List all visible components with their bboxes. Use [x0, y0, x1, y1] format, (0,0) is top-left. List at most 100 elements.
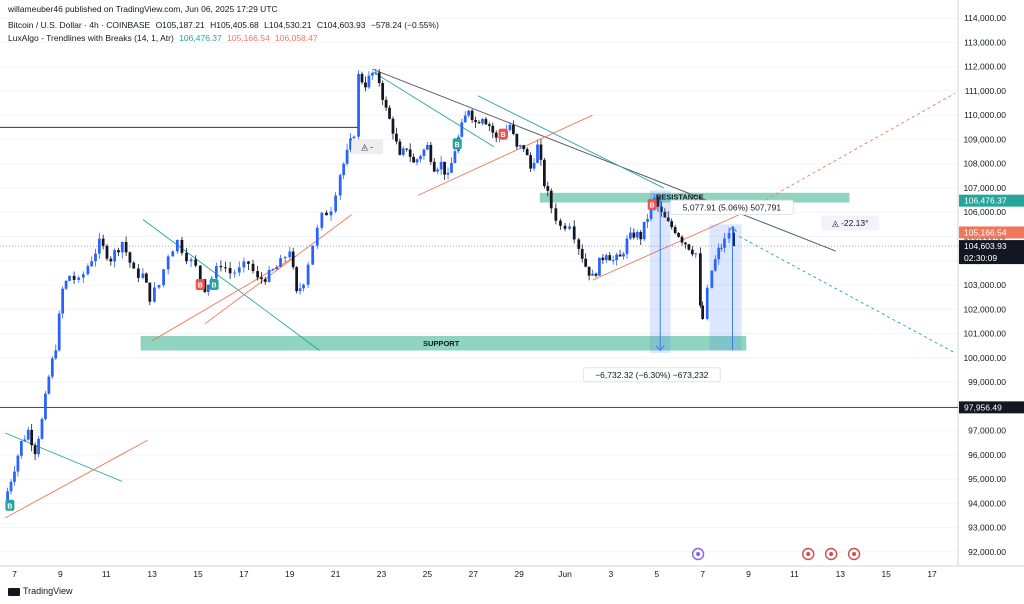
time-tick-label: Jun — [558, 569, 572, 579]
indicator-name[interactable]: LuxAlgo - Trendlines with Breaks (14, 1,… — [8, 33, 174, 43]
candle-up — [367, 75, 371, 88]
candle-up — [175, 239, 179, 252]
price-tick-label: 94,000.00 — [968, 498, 1006, 508]
candle-up — [625, 238, 629, 254]
candle-down — [109, 258, 113, 262]
ohlc-change: −578.24 (−0.55%) — [370, 20, 439, 30]
candle-up — [16, 455, 20, 472]
candle-down — [515, 133, 519, 147]
candle-up — [467, 110, 471, 116]
event-icon-dot — [852, 552, 857, 556]
candle-up — [47, 376, 51, 394]
candle-up — [68, 275, 71, 281]
candle-down — [228, 268, 232, 274]
candle-up — [320, 212, 324, 228]
price-tick-label: 97,000.00 — [968, 426, 1006, 436]
candle-up — [306, 264, 310, 285]
candle-up — [153, 287, 156, 302]
candle-down — [136, 268, 140, 278]
time-tick-label: 9 — [58, 569, 63, 579]
candle-down — [295, 267, 299, 292]
candle-up — [622, 253, 625, 257]
price-chart[interactable]: 92,000.00 93,000.00 94,000.00 95,000.00 96,0… — [0, 0, 1024, 604]
candle-up — [453, 151, 457, 163]
candle-up — [214, 266, 218, 279]
candle-up — [288, 251, 292, 258]
indicator-value-1: 106,476.37 — [179, 33, 222, 43]
ohlc-open: O105,187.21 — [155, 20, 205, 30]
trendline-red — [418, 114, 593, 196]
support-label: SUPPORT — [423, 339, 460, 348]
candle-up — [162, 269, 165, 286]
candle-down — [263, 279, 267, 282]
tradingview-logo[interactable]: TradingView — [8, 586, 73, 596]
candle-down — [494, 132, 498, 138]
candle-down — [529, 155, 532, 169]
trendline-teal — [5, 432, 123, 482]
candle-up — [9, 481, 13, 492]
candle-up — [157, 285, 161, 288]
candle-up — [23, 439, 27, 441]
candle-up — [460, 122, 464, 137]
break-badge-text: B — [198, 283, 203, 290]
candle-down — [687, 244, 691, 250]
price-tick-label: 96,000.00 — [968, 450, 1006, 460]
trendline-red — [151, 255, 297, 342]
candle-down — [185, 252, 188, 262]
candle-down — [484, 119, 488, 125]
candle-down — [525, 149, 529, 156]
indicator-value-2: 105,166.54 — [227, 33, 270, 43]
candle-up — [598, 257, 601, 276]
candles-group — [6, 68, 736, 505]
candle-up — [334, 195, 338, 212]
candle-down — [101, 238, 105, 246]
candle-up — [419, 156, 422, 160]
candle-down — [563, 225, 567, 229]
candle-down — [608, 255, 612, 261]
price-tag-last: 104,603.93 — [964, 241, 1007, 251]
candle-down — [701, 305, 705, 319]
candle-up — [302, 284, 305, 289]
candle-down — [405, 148, 409, 150]
candle-down — [148, 282, 152, 302]
candle-up — [422, 149, 426, 157]
candle-up — [37, 438, 40, 455]
time-tick-label: 7 — [700, 569, 705, 579]
time-tick-label: 23 — [377, 569, 387, 579]
candle-down — [690, 249, 694, 255]
time-tick-label: 19 — [285, 569, 295, 579]
candle-down — [219, 266, 223, 268]
candle-up — [611, 260, 615, 262]
candle-up — [450, 162, 453, 173]
angle-label-right: ◬ -22.13° — [832, 218, 868, 228]
candle-up — [401, 148, 405, 155]
candle-down — [377, 72, 381, 84]
candle-down — [432, 161, 436, 172]
candle-down — [72, 275, 76, 280]
break-badge-text: B — [7, 503, 12, 510]
candle-down — [395, 133, 398, 142]
candle-down — [429, 144, 433, 162]
candle-down — [194, 259, 198, 266]
candle-up — [77, 277, 81, 280]
candle-up — [329, 211, 333, 216]
brand-name: TradingView — [23, 586, 73, 596]
candle-up — [54, 350, 58, 359]
candle-up — [81, 274, 85, 278]
ohlc-low: L104,530.21 — [264, 20, 312, 30]
candle-down — [698, 253, 702, 306]
candle-up — [345, 149, 349, 164]
candle-down — [587, 266, 591, 276]
price-tick-label: 102,000.00 — [963, 304, 1006, 314]
time-tick-label: 7 — [12, 569, 17, 579]
candle-down — [684, 242, 687, 245]
price-tick-label: 93,000.00 — [968, 523, 1006, 533]
time-tick-label: 9 — [746, 569, 751, 579]
candle-up — [315, 227, 319, 246]
candle-up — [439, 161, 443, 170]
candle-down — [680, 236, 684, 243]
chart-stage: 92,000.00 93,000.00 94,000.00 95,000.00 96,0… — [0, 0, 1024, 604]
measure-up-label: 5,077.91 (5.06%) 507,791 — [683, 202, 782, 212]
candle-up — [642, 221, 646, 240]
candle-down — [594, 273, 598, 276]
